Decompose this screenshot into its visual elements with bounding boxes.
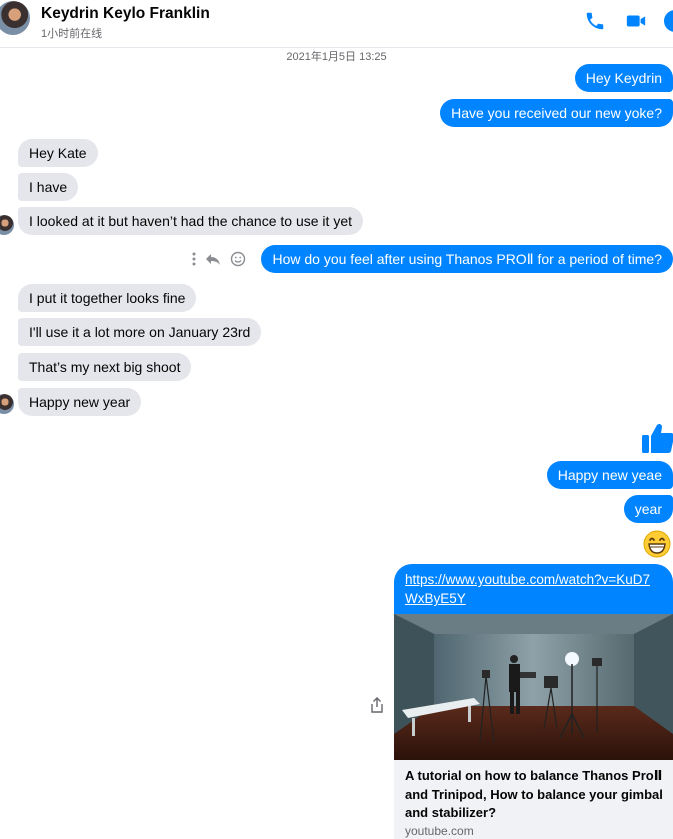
message-bubble-incoming[interactable]: That’s my next big shoot: [18, 353, 192, 381]
contact-avatar[interactable]: [0, 1, 30, 35]
contact-status: 1小时前在线: [41, 28, 103, 40]
message-bubble-outgoing[interactable]: Have you received our new yoke?: [440, 99, 673, 127]
message-actions: [192, 249, 246, 269]
message-bubble-outgoing[interactable]: Happy new yeae: [546, 461, 673, 489]
emoji-reaction-icon[interactable]: [230, 251, 246, 267]
message-bubble-outgoing[interactable]: Hey Keydrin: [574, 64, 673, 92]
message-bubble-incoming[interactable]: I have: [18, 173, 79, 201]
message-bubble-outgoing[interactable]: How do you feel after using Thanos PROⅡ …: [261, 245, 673, 273]
message-bubble-incoming[interactable]: I looked at it but haven’t had the chanc…: [18, 207, 363, 235]
contact-avatar-small: [0, 215, 14, 235]
message-bubble-incoming[interactable]: I'll use it a lot more on January 23rd: [18, 318, 262, 346]
link-preview-title[interactable]: A tutorial on how to balance Thanos ProⅡ…: [405, 767, 665, 823]
link-preview-domain: youtube.com: [405, 824, 474, 838]
chat-header: Keydrin Keylo Franklin 1小时前在线: [0, 0, 673, 48]
info-icon[interactable]: [664, 10, 673, 32]
video-thumbnail[interactable]: [394, 614, 673, 760]
conversation-timestamp: 2021年1月5日 13:25: [286, 51, 387, 63]
link-preview-card[interactable]: https://www.youtube.com/watch?v=KuD7WxBy…: [394, 564, 673, 839]
share-icon[interactable]: [370, 697, 384, 713]
phone-icon[interactable]: [584, 10, 606, 32]
grinning-face-icon: [643, 530, 671, 558]
link-url[interactable]: https://www.youtube.com/watch?v=KuD7WxBy…: [405, 570, 662, 608]
message-bubble-incoming[interactable]: Happy new year: [18, 388, 142, 416]
thumbs-up-icon[interactable]: [641, 422, 673, 454]
message-bubble-incoming[interactable]: I put it together looks fine: [18, 284, 197, 312]
video-call-icon[interactable]: [625, 10, 647, 32]
link-url-bubble[interactable]: https://www.youtube.com/watch?v=KuD7WxBy…: [394, 564, 673, 614]
message-bubble-outgoing[interactable]: year: [623, 495, 673, 523]
message-bubble-incoming[interactable]: Hey Kate: [18, 139, 98, 167]
contact-name[interactable]: Keydrin Keylo Franklin: [41, 5, 210, 23]
reply-icon[interactable]: [205, 252, 221, 266]
more-options-icon[interactable]: [192, 252, 196, 266]
contact-avatar-small: [0, 394, 14, 414]
